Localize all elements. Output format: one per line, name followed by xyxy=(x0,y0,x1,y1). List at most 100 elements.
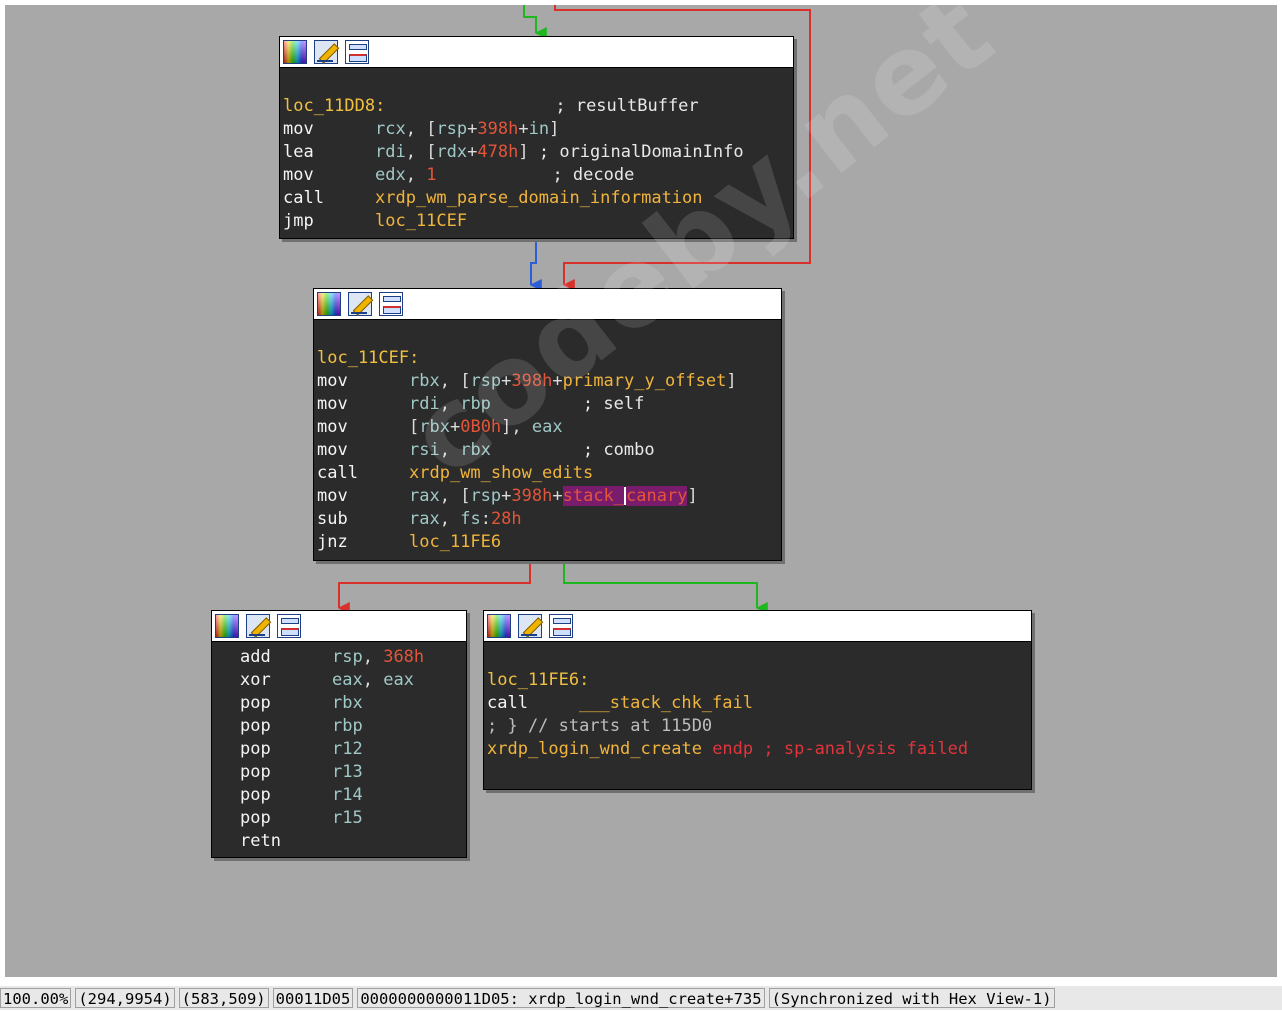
asm-line: jmp loc_11CEF xyxy=(283,210,793,233)
graph-overview-icon[interactable] xyxy=(379,292,403,316)
graph-overview-icon[interactable] xyxy=(345,40,369,64)
punct: , [ xyxy=(405,142,437,162)
asm-line: lea rdi, [rdx+478h] ; originalDomainInfo xyxy=(283,141,793,164)
asm-line-label: loc_11DD8: ; resultBuffer xyxy=(283,95,793,118)
block-code: loc_11CEF: mov rbx, [rsp+398h+primary_y_o… xyxy=(314,320,781,554)
mnemonic: pop xyxy=(240,785,271,805)
register[interactable]: eax xyxy=(383,670,414,690)
comment: ; self xyxy=(582,394,645,414)
jump-target[interactable]: loc_11CEF xyxy=(375,211,467,231)
register[interactable]: rax xyxy=(409,509,440,529)
graph-overview-icon[interactable] xyxy=(277,614,301,638)
code-block-loc-11dd8[interactable]: loc_11DD8:; resultBuffer mov rcx, [rsp+39… xyxy=(279,36,794,239)
code-block-loc-11fe6[interactable]: loc_11FE6: call ___stack_chk_fail ; } // … xyxy=(483,610,1032,790)
register[interactable]: rcx xyxy=(375,119,406,139)
asm-line: mov [rbx+0B0h], eax xyxy=(317,416,781,439)
block-label[interactable]: loc_11FE6: xyxy=(487,670,589,690)
graph-overview-icon[interactable] xyxy=(549,614,573,638)
register[interactable]: rdi xyxy=(409,394,440,414)
edit-node-icon[interactable] xyxy=(246,614,270,638)
register[interactable]: r15 xyxy=(332,808,363,828)
mnemonic: sub xyxy=(317,509,348,529)
register[interactable]: rbx xyxy=(332,693,363,713)
asm-line-label: loc_11FE6: xyxy=(487,669,1031,692)
register[interactable]: rsp xyxy=(436,119,467,139)
offset: 398h xyxy=(477,119,519,139)
punct: ] xyxy=(518,142,529,162)
register[interactable]: rsp xyxy=(470,486,501,506)
punct: , [ xyxy=(439,486,471,506)
punct: , xyxy=(362,647,384,667)
register[interactable]: r14 xyxy=(332,785,363,805)
asm-line: pop r13 xyxy=(240,761,466,784)
call-target[interactable]: ___stack_chk_fail xyxy=(579,693,753,713)
register[interactable]: rdx xyxy=(436,142,467,162)
call-target[interactable]: xrdp_wm_parse_domain_information xyxy=(375,188,703,208)
endp-keyword: endp xyxy=(712,739,754,759)
jump-target[interactable]: loc_11FE6 xyxy=(409,532,501,552)
asm-line: sub rax, fs:28h xyxy=(317,508,781,531)
register[interactable]: rsi xyxy=(409,440,440,460)
code-block-epilogue[interactable]: add rsp, 368h xor eax, eax pop rbx pop rbp p… xyxy=(211,610,467,858)
offset: 398h xyxy=(511,371,553,391)
color-palette-icon[interactable] xyxy=(215,614,239,638)
block-label[interactable]: loc_11DD8: xyxy=(283,96,385,116)
register[interactable]: r13 xyxy=(332,762,363,782)
graph-view[interactable]: loc_11DD8:; resultBuffer mov rcx, [rsp+39… xyxy=(5,0,1277,977)
color-palette-icon[interactable] xyxy=(317,292,341,316)
call-target[interactable]: xrdp_wm_show_edits xyxy=(409,463,593,483)
edit-node-icon[interactable] xyxy=(348,292,372,316)
punct: + xyxy=(501,371,512,391)
register[interactable]: rbx xyxy=(460,440,491,460)
register[interactable]: fs xyxy=(460,509,480,529)
register[interactable]: edx xyxy=(375,165,406,185)
register[interactable]: rbx xyxy=(409,371,440,391)
punct: , xyxy=(439,509,461,529)
comment: ; } // starts at 115D0 xyxy=(487,716,713,736)
edit-node-icon[interactable] xyxy=(518,614,542,638)
register[interactable]: rbp xyxy=(332,716,363,736)
register[interactable]: rsp xyxy=(470,371,501,391)
mnemonic: retn xyxy=(240,831,281,851)
register[interactable]: r12 xyxy=(332,739,363,759)
asm-line: pop rbx xyxy=(240,692,466,715)
register[interactable]: eax xyxy=(532,417,563,437)
punct: + xyxy=(501,486,512,506)
punct: + xyxy=(467,119,478,139)
mnemonic: jnz xyxy=(317,532,348,552)
function-name[interactable]: xrdp_login_wnd_create xyxy=(487,739,702,759)
punct: , xyxy=(405,165,427,185)
register[interactable]: eax xyxy=(332,670,363,690)
variable-highlighted[interactable]: canary xyxy=(626,486,688,506)
punct: , [ xyxy=(405,119,437,139)
error-comment: ; sp-analysis failed xyxy=(763,739,969,759)
color-palette-icon[interactable] xyxy=(283,40,307,64)
asm-line: xrdp_login_wnd_create endp ; sp-analysis… xyxy=(487,738,1031,761)
comment: ; combo xyxy=(582,440,655,460)
register[interactable]: rbx xyxy=(419,417,450,437)
register[interactable]: rsp xyxy=(332,647,363,667)
mnemonic: call xyxy=(283,188,324,208)
register[interactable]: rdi xyxy=(375,142,406,162)
variable[interactable]: in xyxy=(529,119,549,139)
block-header xyxy=(212,611,466,642)
asm-line: jnz loc_11FE6 xyxy=(317,531,781,554)
register[interactable]: rax xyxy=(409,486,440,506)
variable-highlighted[interactable]: stack_ xyxy=(562,486,625,506)
mnemonic: xor xyxy=(240,670,271,690)
asm-line: mov rax, [rsp+398h+stack_ canary] xyxy=(317,485,781,508)
comment: ; resultBuffer xyxy=(555,96,699,116)
punct: + xyxy=(449,417,461,437)
color-palette-icon[interactable] xyxy=(487,614,511,638)
punct: , xyxy=(362,670,384,690)
mnemonic: pop xyxy=(240,808,271,828)
block-label[interactable]: loc_11CEF: xyxy=(317,348,419,368)
edit-node-icon[interactable] xyxy=(314,40,338,64)
asm-line: pop rbp xyxy=(240,715,466,738)
punct: ] xyxy=(549,119,560,139)
code-block-loc-11cef[interactable]: loc_11CEF: mov rbx, [rsp+398h+primary_y_o… xyxy=(313,288,782,561)
zoom-level[interactable]: 100.00% xyxy=(0,988,72,1008)
register[interactable]: rbp xyxy=(460,394,491,414)
mnemonic: pop xyxy=(240,739,271,759)
variable[interactable]: primary_y_offset xyxy=(563,371,727,391)
